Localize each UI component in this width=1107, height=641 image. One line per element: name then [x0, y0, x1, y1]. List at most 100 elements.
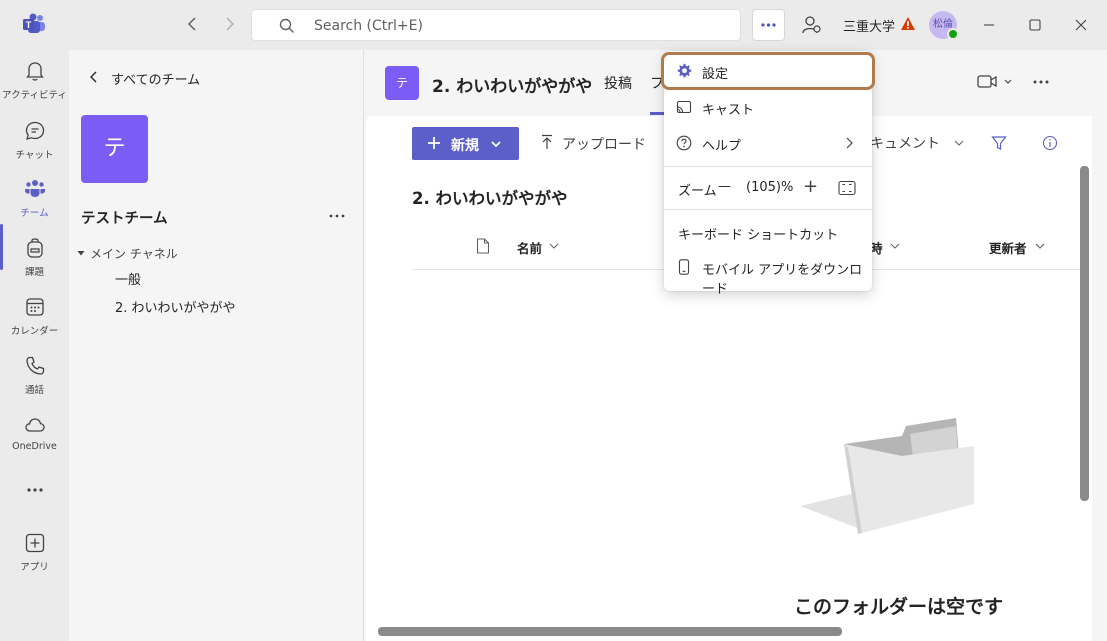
search-input[interactable]: Search (Ctrl+E)	[251, 9, 741, 41]
upload-label: アップロード	[562, 137, 646, 153]
document-dropdown[interactable]: キュメント	[870, 133, 968, 153]
folder-title: 2. わいわいがやがや	[412, 189, 568, 208]
all-teams-label: すべてのチーム	[111, 73, 201, 88]
channel-avatar: テ	[385, 66, 419, 100]
shortcuts-label: キーボード ショートカット	[678, 228, 839, 243]
vertical-scrollbar[interactable]	[1080, 166, 1089, 501]
title-bar: T Search (Ctrl+E) 三重大学 松倫	[0, 0, 1107, 50]
zoom-label: ズーム	[678, 184, 717, 199]
more-options-button[interactable]	[752, 9, 785, 41]
chevron-down-icon	[1035, 241, 1045, 251]
chevron-left-icon	[87, 70, 101, 84]
team-name: テストチーム	[81, 211, 168, 227]
info-icon[interactable]	[1042, 135, 1058, 151]
team-avatar: テ	[81, 115, 148, 183]
channel-more-icon[interactable]	[1030, 72, 1052, 92]
zoom-in-button[interactable]: +	[803, 176, 818, 197]
menu-divider	[664, 209, 872, 210]
cast-icon	[676, 99, 692, 115]
svg-text:T: T	[26, 20, 32, 30]
plus-icon	[427, 136, 441, 150]
rail-label: カレンダー	[10, 326, 59, 337]
fullscreen-icon[interactable]	[838, 180, 856, 196]
maximize-button[interactable]	[1022, 12, 1048, 38]
help-label: ヘルプ	[702, 139, 742, 154]
team-avatar-initial: テ	[103, 136, 126, 161]
upload-button[interactable]: アップロード	[538, 132, 668, 156]
rail-item-apps[interactable]: アプリ	[0, 532, 69, 588]
rail-label: 課題	[24, 267, 44, 278]
document-label: キュメント	[870, 136, 940, 152]
section-label: メイン チャネル	[90, 247, 178, 261]
rail-item-chat[interactable]: チャット	[0, 120, 69, 176]
org-name[interactable]: 三重大学	[843, 16, 895, 35]
channel-title: 2. わいわいがやがや	[432, 77, 593, 97]
section-main-channels[interactable]: メイン チャネル	[75, 244, 275, 262]
avatar[interactable]: 松倫	[929, 11, 959, 40]
menu-divider	[664, 166, 872, 167]
search-placeholder: Search (Ctrl+E)	[314, 18, 423, 34]
menu-item-cast[interactable]: キャスト	[664, 90, 872, 124]
column-header-modified[interactable]: 時	[870, 238, 910, 256]
rail-label: アプリ	[20, 562, 49, 573]
chevron-down-icon	[954, 138, 964, 148]
channel-avatar-initial: テ	[395, 76, 408, 90]
add-app-icon	[24, 532, 46, 554]
close-button[interactable]	[1068, 12, 1094, 38]
presence-available-icon	[947, 28, 959, 40]
filter-icon[interactable]	[991, 135, 1007, 151]
zoom-out-button[interactable]: —	[718, 179, 731, 194]
phone-icon	[24, 355, 46, 377]
mobile-phone-icon	[676, 259, 692, 275]
menu-item-keyboard-shortcuts[interactable]: キーボード ショートカット	[664, 215, 872, 249]
chevron-down-icon	[890, 241, 900, 251]
settings-highlight-ring	[661, 52, 875, 90]
channel-item-general[interactable]: 一般	[115, 269, 141, 288]
rail-label: チーム	[20, 208, 49, 219]
rail-item-teams[interactable]: チーム	[0, 178, 69, 234]
file-type-header-icon	[476, 238, 490, 254]
menu-item-help[interactable]: ヘルプ	[664, 126, 872, 160]
rail-item-activity[interactable]: アクティビティ	[0, 60, 69, 116]
column-name-label: 名前	[517, 241, 543, 256]
empty-folder-illustration	[798, 414, 978, 538]
team-panel: すべてのチーム テ テストチーム メイン チャネル 一般 2. わいわいがやがや	[69, 50, 364, 641]
all-teams-back-button[interactable]: すべてのチーム	[85, 67, 215, 89]
column-header-modified-by[interactable]: 更新者	[989, 238, 1059, 256]
search-icon	[279, 18, 295, 34]
cloud-icon	[24, 414, 46, 436]
channel-item-waiwai[interactable]: 2. わいわいがやがや	[115, 297, 236, 316]
people-icon[interactable]	[800, 14, 822, 36]
app-bar: アクティビティ チャット チーム 課題 カレンダー 通話 OneDrive アプ…	[0, 50, 69, 641]
back-arrow-icon[interactable]	[184, 15, 202, 33]
rail-label: 通話	[24, 385, 44, 396]
upload-icon	[540, 134, 554, 150]
horizontal-scrollbar[interactable]	[378, 627, 842, 636]
cast-label: キャスト	[702, 103, 755, 118]
column-header-name[interactable]: 名前	[517, 238, 577, 256]
meet-video-icon[interactable]	[976, 72, 1016, 92]
empty-folder-message: このフォルダーは空です	[794, 596, 1004, 618]
more-icon	[24, 479, 46, 501]
chevron-down-icon	[490, 138, 502, 150]
chevron-down-icon	[549, 241, 559, 251]
rail-item-calls[interactable]: 通話	[0, 355, 69, 411]
menu-item-download-mobile[interactable]: モバイル アプリをダウンロード	[664, 250, 872, 297]
column-modified-by-label: 更新者	[989, 241, 1027, 256]
rail-item-calendar[interactable]: カレンダー	[0, 296, 69, 352]
forward-arrow-icon[interactable]	[220, 15, 238, 33]
rail-item-more[interactable]	[0, 479, 69, 535]
chat-icon	[24, 120, 46, 142]
backpack-icon	[24, 237, 46, 259]
teams-logo-icon: T	[22, 13, 46, 35]
new-button[interactable]: 新規	[412, 127, 519, 160]
new-button-label: 新規	[451, 138, 479, 154]
tab-posts[interactable]: 投稿	[604, 73, 632, 93]
rail-item-onedrive[interactable]: OneDrive	[0, 414, 69, 470]
bell-icon	[24, 60, 46, 82]
rail-item-assignments[interactable]: 課題	[0, 237, 69, 293]
rail-label: チャット	[15, 150, 54, 161]
minimize-button[interactable]	[976, 12, 1002, 38]
team-more-icon[interactable]	[327, 207, 347, 223]
help-icon	[676, 135, 692, 151]
